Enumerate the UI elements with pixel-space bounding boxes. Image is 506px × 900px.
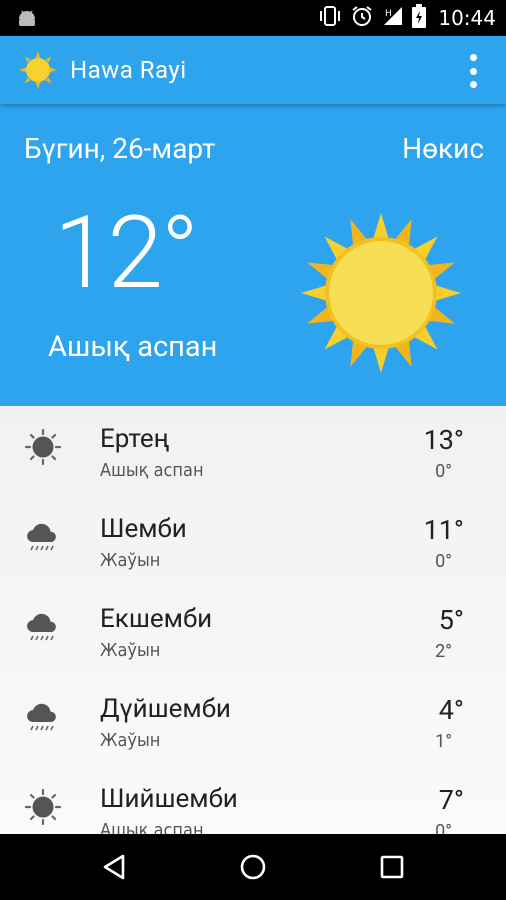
alarm-icon <box>350 4 374 32</box>
day-name: Ертең <box>100 424 170 454</box>
high-temperature: 5° <box>438 604 464 636</box>
battery-charging-icon <box>412 4 427 32</box>
sun-icon <box>301 213 461 373</box>
day-condition: Ашық аспан <box>100 460 204 481</box>
status-time: 10:44 <box>438 6 496 30</box>
high-temperature: 11° <box>423 514 464 546</box>
recents-icon[interactable] <box>352 834 432 900</box>
list-item[interactable]: Ертең Ашық аспан 13° 0° <box>0 406 506 496</box>
city-name: Нөкис <box>402 132 484 165</box>
low-temperature: 2° <box>435 641 452 662</box>
high-temperature: 4° <box>438 694 464 726</box>
rain-cloud-icon <box>27 523 56 551</box>
day-condition: Жаўын <box>100 730 161 751</box>
day-condition: Ашық аспан <box>100 820 204 834</box>
low-temperature: 0° <box>435 551 452 572</box>
today-date: Бүгин, 26-март <box>24 132 216 165</box>
overflow-menu-icon[interactable] <box>468 54 478 88</box>
rain-cloud-icon <box>27 613 56 641</box>
low-temperature: 1° <box>435 731 452 752</box>
forecast-list: Ертең Ашық аспан 13° 0° Шемби Жаўын 11° … <box>0 406 506 834</box>
day-condition: Жаўын <box>100 640 161 661</box>
rain-cloud-icon <box>27 703 56 731</box>
day-condition: Жаўын <box>100 550 161 571</box>
vibrate-icon <box>318 5 342 31</box>
high-temperature: 7° <box>438 784 464 816</box>
day-name: Екшемби <box>100 604 213 634</box>
day-name: Дүйшемби <box>100 694 231 724</box>
list-item[interactable]: Екшемби Жаўын 5° 2° <box>0 586 506 676</box>
current-temperature: 12° <box>54 195 199 312</box>
current-condition: Ашық аспан <box>48 330 218 364</box>
high-temperature: 13° <box>423 424 464 456</box>
back-icon[interactable] <box>74 834 154 900</box>
status-bar: H 10:44 <box>0 0 506 36</box>
sun-icon <box>24 788 62 826</box>
day-name: Шемби <box>100 514 187 544</box>
navigation-bar <box>0 834 506 900</box>
sun-icon <box>19 51 57 89</box>
svg-text:H: H <box>385 9 392 19</box>
signal-icon: H <box>382 5 404 31</box>
home-icon[interactable] <box>213 834 293 900</box>
day-name: Шийшемби <box>100 784 238 814</box>
low-temperature: 0° <box>435 821 452 834</box>
list-item[interactable]: Шийшемби Ашық аспан 7° 0° <box>0 766 506 834</box>
app-title: Hawa Rayi <box>70 56 187 84</box>
today-panel[interactable]: Бүгин, 26-март Нөкис 12° Ашық аспан <box>0 104 506 406</box>
list-item[interactable]: Шемби Жаўын 11° 0° <box>0 496 506 586</box>
low-temperature: 0° <box>435 461 452 482</box>
android-debug-icon <box>16 7 38 33</box>
app-bar: Hawa Rayi <box>0 36 506 104</box>
sun-icon <box>24 428 62 466</box>
list-item[interactable]: Дүйшемби Жаўын 4° 1° <box>0 676 506 766</box>
